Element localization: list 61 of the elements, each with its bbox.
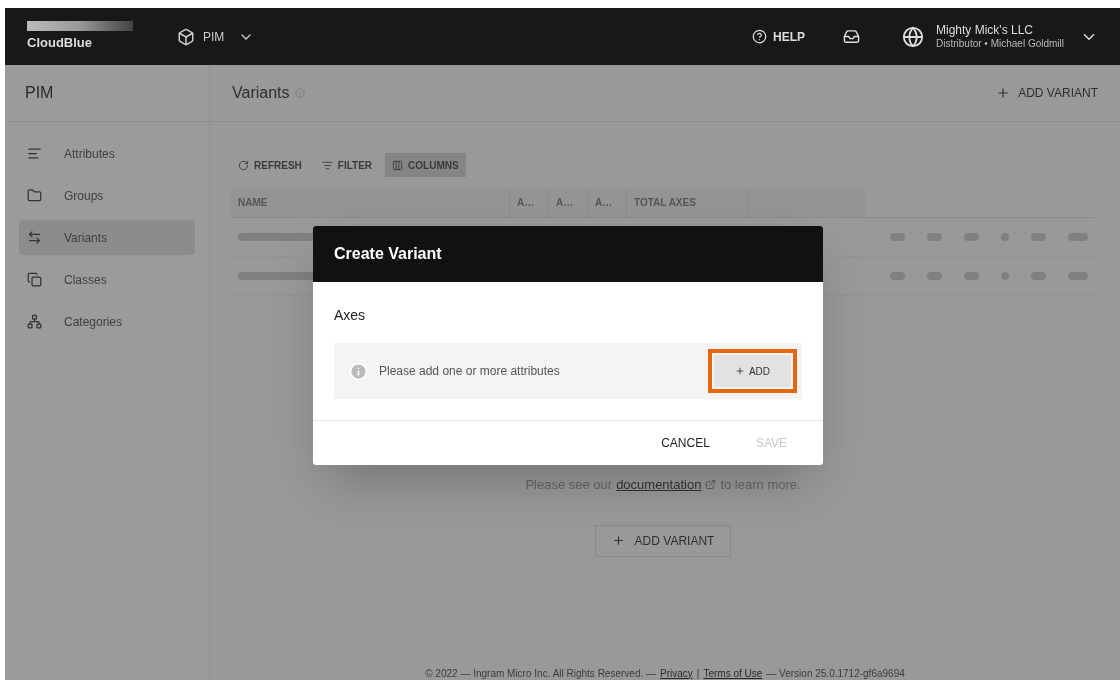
logo[interactable]: CloudBlue — [27, 20, 133, 53]
sidebar-title: PIM — [5, 65, 209, 122]
filter-icon — [321, 159, 333, 171]
privacy-link[interactable]: Privacy — [660, 665, 693, 680]
info-icon — [349, 361, 368, 381]
page-title: Variants — [232, 83, 290, 103]
toolbar-button[interactable]: REFRESH — [231, 153, 309, 177]
dialog-title: Create Variant — [334, 244, 442, 264]
column-header[interactable]: NAME — [231, 188, 510, 217]
loading-placeholder — [1068, 233, 1088, 241]
section-title: Axes — [334, 306, 367, 325]
sidebar-item[interactable]: Categories — [19, 304, 195, 339]
toolbar-button[interactable]: FILTER — [314, 153, 380, 177]
loading-placeholder — [890, 233, 905, 241]
loading-placeholder — [1068, 272, 1088, 280]
help-icon — [752, 29, 767, 44]
add-variant-button[interactable]: ADD VARIANT — [594, 524, 732, 557]
loading-placeholder — [890, 272, 905, 280]
cube-icon — [177, 27, 195, 46]
add-button[interactable]: ADD — [714, 355, 791, 387]
info-message: Please add one or more attributes — [379, 363, 560, 380]
column-header[interactable]: TOTAL AXES — [627, 188, 748, 217]
folder-icon — [27, 188, 42, 203]
module-switcher[interactable]: PIM — [177, 27, 255, 46]
swap-icon — [27, 230, 42, 245]
lines-icon — [27, 146, 42, 161]
hierarchy-icon — [27, 314, 42, 329]
documentation-link[interactable]: documentation — [616, 475, 702, 495]
plus-icon — [996, 86, 1011, 100]
refresh-icon — [238, 159, 249, 171]
inbox-icon[interactable] — [843, 28, 860, 45]
column-header[interactable]: A… — [549, 188, 588, 217]
columns-icon — [392, 159, 404, 171]
loading-placeholder — [1031, 233, 1046, 241]
account-role: Distributor • Michael Goldmill — [936, 37, 1064, 51]
loading-placeholder — [1001, 233, 1009, 241]
copy-icon — [27, 272, 42, 287]
loading-placeholder — [964, 233, 979, 241]
external-link-icon — [705, 479, 717, 491]
plus-icon — [611, 534, 625, 547]
loading-placeholder — [1001, 272, 1009, 280]
sidebar-item[interactable]: Classes — [19, 262, 195, 297]
column-header[interactable]: A… — [510, 188, 549, 217]
globe-icon[interactable] — [902, 25, 924, 48]
plus-icon — [734, 366, 745, 376]
add-variant-button[interactable]: ADD VARIANT — [996, 84, 1098, 102]
help-button[interactable]: HELP — [752, 27, 805, 46]
sidebar-item[interactable]: Groups — [19, 178, 195, 213]
column-header[interactable]: A… — [588, 188, 627, 217]
footer-text: © 2022 — Ingram Micro Inc. All Rights Reserved. — Privacy | Terms of Use — Version 25.0.1712-gf6a9694 — [424, 666, 906, 680]
account-name: Mighty Mick's LLC — [936, 22, 1034, 38]
sidebar-item[interactable]: Variants — [19, 220, 195, 255]
loading-placeholder — [927, 233, 942, 241]
loading-placeholder — [1031, 272, 1046, 280]
loading-placeholder — [927, 272, 942, 280]
loading-placeholder — [964, 272, 979, 280]
sidebar-item[interactable]: Attributes — [19, 136, 195, 171]
terms-link[interactable]: Terms of Use — [703, 665, 763, 680]
cancel-button[interactable]: CANCEL — [649, 428, 722, 458]
info-icon — [294, 88, 305, 98]
toolbar-button[interactable]: COLUMNS — [385, 153, 466, 177]
